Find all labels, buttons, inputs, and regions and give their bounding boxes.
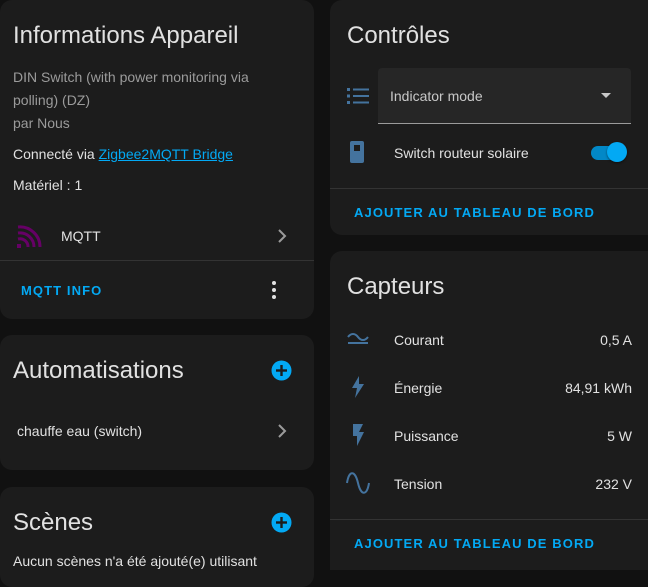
sensor-value: 5 W bbox=[607, 428, 632, 444]
sensor-label: Tension bbox=[394, 476, 443, 492]
add-to-dashboard-button[interactable]: AJOUTER AU TABLEAU DE BORD bbox=[354, 536, 595, 551]
format-list-icon bbox=[347, 88, 369, 104]
select-label: Indicator mode bbox=[390, 88, 483, 104]
automation-item[interactable]: chauffe eau (switch) bbox=[0, 407, 314, 455]
controls-card: Contrôles Indicator mode Switch routeur … bbox=[330, 0, 648, 235]
mqtt-info-button[interactable]: MQTT INFO bbox=[21, 283, 102, 298]
sensor-row-power[interactable]: Puissance 5 W bbox=[330, 411, 648, 459]
hardware-version: Matériel : 1 bbox=[13, 177, 83, 193]
sensor-label: Puissance bbox=[394, 428, 459, 444]
more-vertical-icon[interactable] bbox=[266, 279, 282, 301]
integration-row-mqtt[interactable]: MQTT bbox=[0, 212, 314, 260]
sensor-row-energy[interactable]: Énergie 84,91 kWh bbox=[330, 363, 648, 411]
sensor-label: Courant bbox=[394, 332, 444, 348]
sensor-value: 232 V bbox=[595, 476, 632, 492]
add-scene-icon[interactable] bbox=[271, 512, 292, 533]
device-model: DIN Switch (with power monitoring via po… bbox=[13, 69, 249, 108]
divider bbox=[330, 519, 648, 520]
scenes-empty-text: Aucun scènes n'a été ajouté(e) utilisant bbox=[13, 553, 257, 569]
connected-via: Connecté via Zigbee2MQTT Bridge bbox=[13, 146, 233, 162]
scenes-card: Scènes Aucun scènes n'a été ajouté(e) ut… bbox=[0, 487, 314, 587]
divider bbox=[330, 188, 648, 189]
add-automation-icon[interactable] bbox=[271, 360, 292, 381]
sensor-row-current[interactable]: Courant 0,5 A bbox=[330, 315, 648, 363]
device-info-card: Informations Appareil DIN Switch (with p… bbox=[0, 0, 314, 319]
divider bbox=[0, 260, 314, 261]
sensor-row-voltage[interactable]: Tension 232 V bbox=[330, 459, 648, 507]
mqtt-logo-icon bbox=[16, 223, 44, 249]
automations-title: Automatisations bbox=[13, 357, 184, 384]
zigbee2mqtt-bridge-link[interactable]: Zigbee2MQTT Bridge bbox=[99, 146, 233, 162]
add-to-dashboard-button[interactable]: AJOUTER AU TABLEAU DE BORD bbox=[354, 205, 595, 220]
sensor-value: 0,5 A bbox=[600, 332, 632, 348]
flash-icon bbox=[353, 424, 364, 446]
chevron-right-icon bbox=[278, 229, 287, 243]
automations-card: Automatisations chauffe eau (switch) bbox=[0, 335, 314, 470]
chevron-right-icon bbox=[278, 424, 287, 438]
dropdown-arrow-icon bbox=[601, 93, 611, 98]
sensor-value: 84,91 kWh bbox=[565, 380, 632, 396]
automation-label: chauffe eau (switch) bbox=[17, 423, 143, 439]
switch-label: Switch routeur solaire bbox=[394, 145, 529, 161]
lightning-bolt-icon bbox=[352, 376, 364, 398]
integration-label: MQTT bbox=[61, 228, 101, 244]
solar-router-toggle[interactable] bbox=[591, 142, 627, 162]
toggle-thumb bbox=[607, 142, 627, 162]
device-info-title: Informations Appareil bbox=[13, 22, 239, 49]
connected-via-label: Connecté via bbox=[13, 146, 99, 162]
sensor-label: Énergie bbox=[394, 380, 443, 396]
device-manufacturer: par Nous bbox=[13, 115, 70, 131]
sensors-card: Capteurs Courant 0,5 A Énergie 84,91 kWh… bbox=[330, 251, 648, 570]
current-ac-icon bbox=[347, 333, 369, 344]
light-switch-icon bbox=[350, 141, 364, 163]
sine-wave-icon bbox=[346, 472, 370, 494]
sensors-title: Capteurs bbox=[347, 273, 445, 300]
scenes-title: Scènes bbox=[13, 509, 94, 536]
indicator-mode-select[interactable]: Indicator mode bbox=[378, 68, 631, 124]
controls-title: Contrôles bbox=[347, 22, 450, 49]
